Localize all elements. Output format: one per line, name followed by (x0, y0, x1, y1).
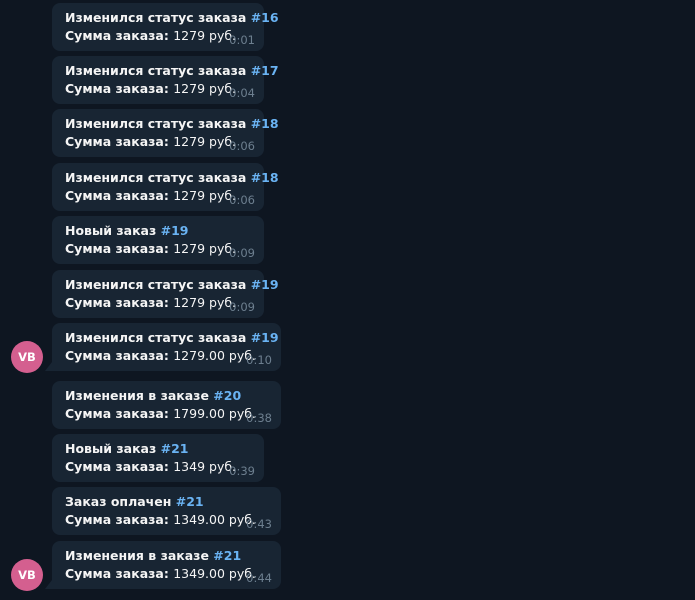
message-sum-line: Сумма заказа: 1279 руб. (65, 240, 252, 258)
message-time: 0:44 (246, 571, 272, 585)
sum-label: Сумма заказа: (65, 459, 169, 474)
message-time: 0:38 (246, 411, 272, 425)
sender-avatar[interactable]: VB (11, 341, 43, 373)
message-title-line: Изменился статус заказа #19 (65, 329, 279, 347)
sum-label: Сумма заказа: (65, 28, 169, 43)
order-hashtag[interactable]: #21 (176, 494, 204, 509)
order-hashtag[interactable]: #16 (251, 10, 279, 25)
sum-label: Сумма заказа: (65, 188, 169, 203)
message-time: 0:09 (229, 300, 255, 314)
message-bubble[interactable]: Заказ оплачен #21 Сумма заказа: 1349.00 … (52, 487, 281, 535)
message-bubble[interactable]: Изменился статус заказа #17 Сумма заказа… (52, 56, 279, 104)
sum-value: 1279 руб. (173, 134, 237, 149)
message-sum-line: Сумма заказа: 1279 руб. (65, 187, 252, 205)
message-time: 0:06 (229, 139, 255, 153)
message-time: 0:04 (229, 86, 255, 100)
message-title-line: Изменился статус заказа #18 (65, 169, 279, 187)
message-title-line: Изменения в заказе #21 (65, 547, 269, 565)
sum-value: 1279.00 руб. (173, 348, 256, 363)
message-time: 0:06 (229, 193, 255, 207)
message-time: 0:10 (246, 353, 272, 367)
message-sum-line: Сумма заказа: 1349 руб. (65, 458, 252, 476)
message-bubble[interactable]: Изменился статус заказа #19 Сумма заказа… (45, 323, 281, 371)
message-title-line: Заказ оплачен #21 (65, 493, 269, 511)
message-title: Новый заказ (65, 441, 157, 456)
message-title: Изменился статус заказа (65, 277, 247, 292)
message-time: 0:01 (229, 33, 255, 47)
sum-value: 1279 руб. (173, 81, 237, 96)
order-hashtag[interactable]: #19 (251, 277, 279, 292)
chat-history[interactable]: Изменился статус заказа #16 Сумма заказа… (0, 0, 695, 600)
order-hashtag[interactable]: #20 (213, 388, 241, 403)
message-sum-line: Сумма заказа: 1279 руб. (65, 133, 252, 151)
sum-label: Сумма заказа: (65, 512, 169, 527)
message-title: Изменился статус заказа (65, 170, 247, 185)
message-bubble[interactable]: Изменения в заказе #21 Сумма заказа: 134… (45, 541, 281, 589)
message-bubble[interactable]: Изменился статус заказа #16 Сумма заказа… (52, 3, 279, 51)
sum-value: 1279 руб. (173, 188, 237, 203)
message-title-line: Изменился статус заказа #18 (65, 115, 279, 133)
message-time: 0:09 (229, 246, 255, 260)
sum-value: 1279 руб. (173, 28, 237, 43)
message-title-line: Изменился статус заказа #19 (65, 276, 279, 294)
message-title-line: Изменился статус заказа #17 (65, 62, 279, 80)
sum-label: Сумма заказа: (65, 566, 169, 581)
sum-label: Сумма заказа: (65, 295, 169, 310)
sum-label: Сумма заказа: (65, 348, 169, 363)
order-hashtag[interactable]: #18 (251, 116, 279, 131)
message-title: Изменения в заказе (65, 388, 209, 403)
message-title: Новый заказ (65, 223, 157, 238)
message-sum-line: Сумма заказа: 1279 руб. (65, 80, 252, 98)
message-bubble[interactable]: Изменился статус заказа #18 Сумма заказа… (52, 109, 279, 157)
message-title: Изменился статус заказа (65, 116, 247, 131)
order-hashtag[interactable]: #18 (251, 170, 279, 185)
order-hashtag[interactable]: #17 (251, 63, 279, 78)
message-time: 0:43 (246, 517, 272, 531)
message-title-line: Новый заказ #19 (65, 222, 252, 240)
message-title-line: Изменился статус заказа #16 (65, 9, 279, 27)
message-time: 0:39 (229, 464, 255, 478)
sum-label: Сумма заказа: (65, 134, 169, 149)
message-bubble[interactable]: Новый заказ #21 Сумма заказа: 1349 руб. … (52, 434, 264, 482)
sender-avatar[interactable]: VB (11, 559, 43, 591)
message-bubble[interactable]: Новый заказ #19 Сумма заказа: 1279 руб. … (52, 216, 264, 264)
order-hashtag[interactable]: #21 (161, 441, 189, 456)
message-title-line: Изменения в заказе #20 (65, 387, 269, 405)
message-title: Заказ оплачен (65, 494, 172, 509)
order-hashtag[interactable]: #19 (161, 223, 189, 238)
message-sum-line: Сумма заказа: 1279.00 руб. (65, 347, 269, 365)
sum-label: Сумма заказа: (65, 241, 169, 256)
sum-value: 1799.00 руб. (173, 406, 256, 421)
sum-value: 1279 руб. (173, 295, 237, 310)
message-sum-line: Сумма заказа: 1279 руб. (65, 294, 252, 312)
sum-label: Сумма заказа: (65, 81, 169, 96)
sum-value: 1349.00 руб. (173, 512, 256, 527)
order-hashtag[interactable]: #21 (213, 548, 241, 563)
sum-value: 1279 руб. (173, 241, 237, 256)
order-hashtag[interactable]: #19 (251, 330, 279, 345)
message-sum-line: Сумма заказа: 1279 руб. (65, 27, 252, 45)
message-title: Изменения в заказе (65, 548, 209, 563)
message-bubble[interactable]: Изменился статус заказа #19 Сумма заказа… (52, 270, 279, 318)
message-sum-line: Сумма заказа: 1349.00 руб. (65, 565, 269, 583)
sum-value: 1349 руб. (173, 459, 237, 474)
message-bubble[interactable]: Изменения в заказе #20 Сумма заказа: 179… (52, 381, 281, 429)
message-title: Изменился статус заказа (65, 63, 247, 78)
message-sum-line: Сумма заказа: 1799.00 руб. (65, 405, 269, 423)
sum-value: 1349.00 руб. (173, 566, 256, 581)
sum-label: Сумма заказа: (65, 406, 169, 421)
message-title: Изменился статус заказа (65, 10, 247, 25)
message-title: Изменился статус заказа (65, 330, 247, 345)
message-title-line: Новый заказ #21 (65, 440, 252, 458)
message-bubble[interactable]: Изменился статус заказа #18 Сумма заказа… (52, 163, 279, 211)
message-sum-line: Сумма заказа: 1349.00 руб. (65, 511, 269, 529)
